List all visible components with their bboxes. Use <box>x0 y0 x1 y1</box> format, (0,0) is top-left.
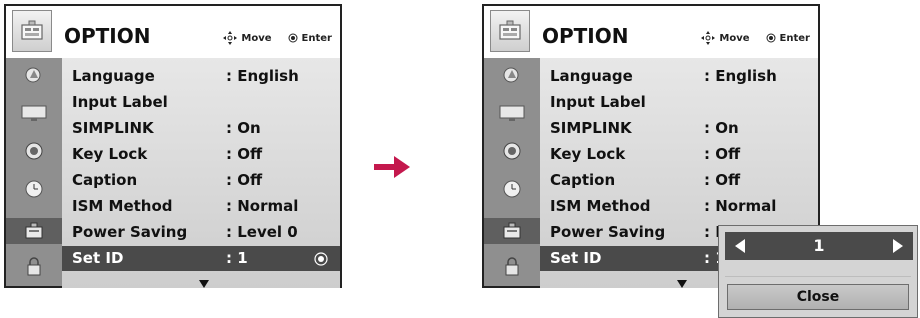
menu-item-key-lock[interactable]: Key Lock : Off <box>540 142 818 167</box>
option-icon <box>12 10 52 52</box>
option-icon <box>490 10 530 52</box>
menu-item-language[interactable]: Language : English <box>62 64 340 89</box>
category-sidebar <box>484 58 540 286</box>
menu-item-caption[interactable]: Caption : Off <box>62 168 340 193</box>
item-value: : 1 <box>226 249 248 267</box>
nav-hints: Move Enter <box>223 31 332 45</box>
enter-icon <box>766 33 776 43</box>
popup-divider <box>725 276 911 277</box>
picture-icon[interactable] <box>12 64 56 86</box>
item-label: Input Label <box>550 93 646 111</box>
set-id-value: 1 <box>813 236 825 255</box>
screen-icon[interactable] <box>490 102 534 124</box>
item-label: Key Lock <box>550 145 626 163</box>
item-label: Caption <box>72 171 138 189</box>
menu-item-set-id[interactable]: Set ID : 1 <box>62 246 340 271</box>
item-value: : On <box>226 119 261 137</box>
item-label: Language <box>72 67 155 85</box>
category-sidebar <box>6 58 62 286</box>
menu-item-simplink[interactable]: SIMPLINK : On <box>540 116 818 141</box>
enter-icon <box>288 33 298 43</box>
item-label: Key Lock <box>72 145 148 163</box>
option-icon[interactable] <box>484 218 540 244</box>
move-hint: Move <box>719 32 750 44</box>
menu-item-input-label[interactable]: Input Label <box>540 90 818 115</box>
item-label: SIMPLINK <box>550 119 632 137</box>
audio-icon[interactable] <box>490 140 534 162</box>
menu-item-caption[interactable]: Caption : Off <box>540 168 818 193</box>
screen-icon[interactable] <box>12 102 56 124</box>
menu-item-simplink[interactable]: SIMPLINK : On <box>62 116 340 141</box>
item-label: Power Saving <box>550 223 666 241</box>
lock-icon[interactable] <box>12 256 56 278</box>
time-icon[interactable] <box>12 178 56 200</box>
scroll-down-icon[interactable] <box>199 280 209 288</box>
item-value: : Off <box>704 171 741 189</box>
set-id-popup: 1 Close <box>718 225 918 318</box>
set-id-selector[interactable]: 1 <box>725 232 913 260</box>
enter-hint: Enter <box>301 32 332 44</box>
menu-title: OPTION <box>542 24 629 48</box>
item-value: : Off <box>226 171 263 189</box>
option-icon[interactable] <box>6 218 62 244</box>
option-menu-before: OPTION Move Enter Language: English Inp… <box>4 4 342 288</box>
menu-header: OPTION Move Enter <box>484 6 818 58</box>
menu-item-ism-method[interactable]: ISM Method : Normal <box>62 194 340 219</box>
right-arrow-icon[interactable] <box>893 239 903 253</box>
menu-item-language[interactable]: Language : English <box>540 64 818 89</box>
audio-icon[interactable] <box>12 140 56 162</box>
item-label: Set ID <box>72 249 124 267</box>
item-value: : On <box>704 119 739 137</box>
picture-icon[interactable] <box>490 64 534 86</box>
menu-title: OPTION <box>64 24 151 48</box>
item-label: Set ID <box>550 249 602 267</box>
move-icon <box>223 31 238 45</box>
time-icon[interactable] <box>490 178 534 200</box>
enter-hint: Enter <box>779 32 810 44</box>
item-label: Caption <box>550 171 616 189</box>
close-button[interactable]: Close <box>727 284 909 310</box>
item-value: : English <box>704 67 777 85</box>
lock-icon[interactable] <box>490 256 534 278</box>
item-label: SIMPLINK <box>72 119 154 137</box>
nav-hints: Move Enter <box>701 31 810 45</box>
menu-item-power-saving[interactable]: Power Saving : Level 0 <box>62 220 340 245</box>
item-value: : Off <box>226 145 263 163</box>
menu-item-key-lock[interactable]: Key Lock : Off <box>62 142 340 167</box>
transition-arrow-icon <box>374 156 410 178</box>
move-hint: Move <box>241 32 272 44</box>
item-value: : Level 0 <box>226 223 298 241</box>
menu-content: Language : English Input Label SIMPLINK … <box>62 58 340 288</box>
menu-item-input-label[interactable]: Input Label <box>62 90 340 115</box>
item-value: : Normal <box>704 197 777 215</box>
scroll-down-icon[interactable] <box>677 280 687 288</box>
menu-header: OPTION Move Enter <box>6 6 340 58</box>
menu-item-ism-method[interactable]: ISM Method : Normal <box>540 194 818 219</box>
item-label: ISM Method <box>550 197 651 215</box>
item-label: Input Label <box>72 93 168 111</box>
item-value: : Normal <box>226 197 299 215</box>
item-label: ISM Method <box>72 197 173 215</box>
item-label: Power Saving <box>72 223 188 241</box>
item-value: : Off <box>704 145 741 163</box>
enter-icon <box>314 252 328 266</box>
item-label: Language <box>550 67 633 85</box>
move-icon <box>701 31 716 45</box>
item-value: : English <box>226 67 299 85</box>
